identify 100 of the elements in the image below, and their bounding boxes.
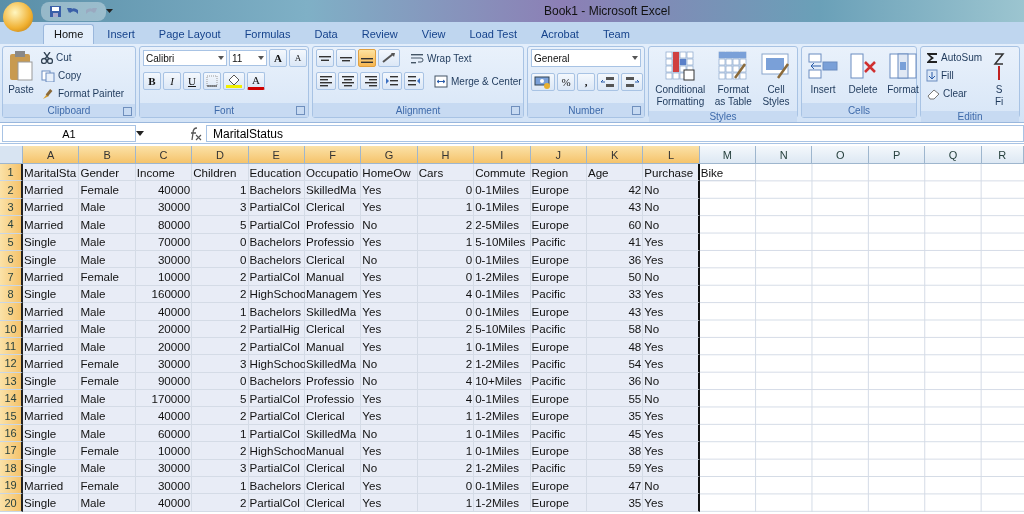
ribbon-tab[interactable]: Insert <box>96 24 146 44</box>
fill-color-button[interactable] <box>223 72 245 90</box>
table-cell: 40000 <box>135 407 193 425</box>
formula-field[interactable]: MaritalStatus <box>206 125 1024 142</box>
table-cell: No <box>643 390 700 408</box>
ribbon-tab[interactable]: Formulas <box>233 24 302 44</box>
align-left-button[interactable] <box>316 72 336 90</box>
italic-button[interactable]: I <box>163 72 181 90</box>
font-name-field[interactable]: Calibri <box>143 50 227 66</box>
ribbon-tab[interactable]: Review <box>350 24 409 44</box>
middle-align-button[interactable] <box>336 49 356 67</box>
bold-button[interactable]: B <box>143 72 161 90</box>
row-header[interactable]: 4 <box>0 216 23 234</box>
column-header[interactable]: B <box>79 146 136 164</box>
wrap-text-button[interactable]: Wrap Text <box>408 49 474 67</box>
column-header[interactable]: G <box>361 146 418 164</box>
column-header[interactable]: F <box>304 146 362 164</box>
table-cell: Female <box>79 268 136 286</box>
paint-bucket-icon <box>226 74 242 88</box>
office-button[interactable] <box>3 2 33 32</box>
undo-icon[interactable] <box>66 5 80 17</box>
underline-button[interactable]: U <box>183 72 201 90</box>
grow-font-button[interactable]: A <box>269 49 287 67</box>
ribbon-tab[interactable]: Page Layout <box>147 24 232 44</box>
column-header[interactable]: J <box>530 146 587 164</box>
dropdown-arrow-icon <box>632 56 638 60</box>
ribbon-button[interactable]: Cut <box>39 49 127 66</box>
comma-button[interactable]: , <box>577 73 595 91</box>
column-header[interactable]: A <box>23 146 80 164</box>
increase-decimal-button[interactable] <box>597 73 619 91</box>
ribbon-button[interactable]: Delete <box>845 49 881 97</box>
row-header[interactable]: 12 <box>0 355 23 373</box>
row-header[interactable]: 7 <box>0 268 23 286</box>
ribbon-button[interactable]: Cell Styles <box>758 49 794 109</box>
table-cell: Married <box>23 477 80 495</box>
row-header[interactable]: 1 <box>0 164 23 182</box>
currency-button[interactable] <box>531 73 555 91</box>
column-header[interactable]: I <box>474 146 531 164</box>
ribbon-button[interactable]: Fill <box>924 67 985 84</box>
column-header[interactable]: D <box>192 146 249 164</box>
row-header[interactable]: 9 <box>0 303 23 321</box>
ribbon-button[interactable]: Format <box>885 49 921 97</box>
ribbon-button[interactable]: Copy <box>39 67 127 84</box>
row-header[interactable]: 15 <box>0 407 23 425</box>
row-header[interactable]: 17 <box>0 442 23 460</box>
number-format-field[interactable]: General <box>531 49 641 67</box>
decrease-indent-button[interactable] <box>382 72 402 90</box>
percent-button[interactable]: % <box>557 73 575 91</box>
column-header[interactable]: L <box>643 146 700 164</box>
ribbon-button[interactable]: Format Painter <box>39 85 127 102</box>
ribbon-button[interactable]: S Fi <box>991 49 1008 109</box>
column-header[interactable]: M <box>699 146 757 164</box>
ribbon-button[interactable]: Format as Table <box>712 49 754 109</box>
column-header[interactable]: O <box>812 146 869 164</box>
column-header[interactable]: C <box>135 146 193 164</box>
row-header[interactable]: 20 <box>0 494 23 512</box>
table-cell: 1 <box>192 477 249 495</box>
column-header[interactable]: H <box>417 146 475 164</box>
orientation-button[interactable] <box>378 49 400 67</box>
column-header[interactable]: N <box>756 146 813 164</box>
name-box[interactable]: A1 <box>2 125 136 142</box>
table-cell: Yes <box>643 407 700 425</box>
money-icon <box>534 75 552 89</box>
row-header[interactable]: 19 <box>0 477 23 495</box>
decrease-decimal-button[interactable] <box>621 73 643 91</box>
row-header[interactable]: 14 <box>0 390 23 408</box>
row-header[interactable]: 2 <box>0 181 23 199</box>
dropdown-arrow-icon[interactable] <box>136 131 144 136</box>
ribbon-tab[interactable]: Home <box>43 24 95 44</box>
column-header[interactable]: P <box>868 146 926 164</box>
top-align-button[interactable] <box>316 49 334 67</box>
ribbon-button[interactable]: Insert <box>805 49 841 97</box>
column-header[interactable]: E <box>248 146 305 164</box>
ribbon-button[interactable]: AutoSum <box>924 49 985 66</box>
merge-center-button[interactable]: Merge & Center <box>432 72 524 90</box>
table-cell: 2 <box>192 494 249 512</box>
align-right-button[interactable] <box>360 72 380 90</box>
paste-button[interactable]: Paste <box>6 49 36 97</box>
column-header[interactable]: R <box>981 146 1024 164</box>
borders-button[interactable] <box>203 72 221 90</box>
table-cell: Commute <box>474 164 531 182</box>
bottom-align-button[interactable] <box>358 49 376 67</box>
save-icon[interactable] <box>49 4 62 18</box>
font-size-field[interactable]: 11 <box>229 50 267 66</box>
ribbon-button[interactable]: Clear <box>924 85 985 102</box>
align-center-button[interactable] <box>338 72 358 90</box>
column-header[interactable]: Q <box>925 146 982 164</box>
ribbon-button[interactable]: Conditional Formatting <box>652 49 709 109</box>
ribbon-tab[interactable]: Acrobat <box>530 24 590 44</box>
increase-indent-button[interactable] <box>404 72 424 90</box>
ribbon-tab[interactable]: Load Test <box>458 24 528 44</box>
ribbon-tab[interactable]: Data <box>303 24 349 44</box>
column-header[interactable]: K <box>586 146 644 164</box>
shrink-font-button[interactable]: A <box>289 49 307 67</box>
ribbon-tab[interactable]: Team <box>591 24 641 44</box>
ribbon-tab[interactable]: View <box>410 24 457 44</box>
font-color-button[interactable]: A <box>247 72 265 90</box>
table-cell: Manual <box>304 268 362 286</box>
table-cell: Bachelors <box>248 303 305 321</box>
function-icon[interactable] <box>188 126 202 141</box>
